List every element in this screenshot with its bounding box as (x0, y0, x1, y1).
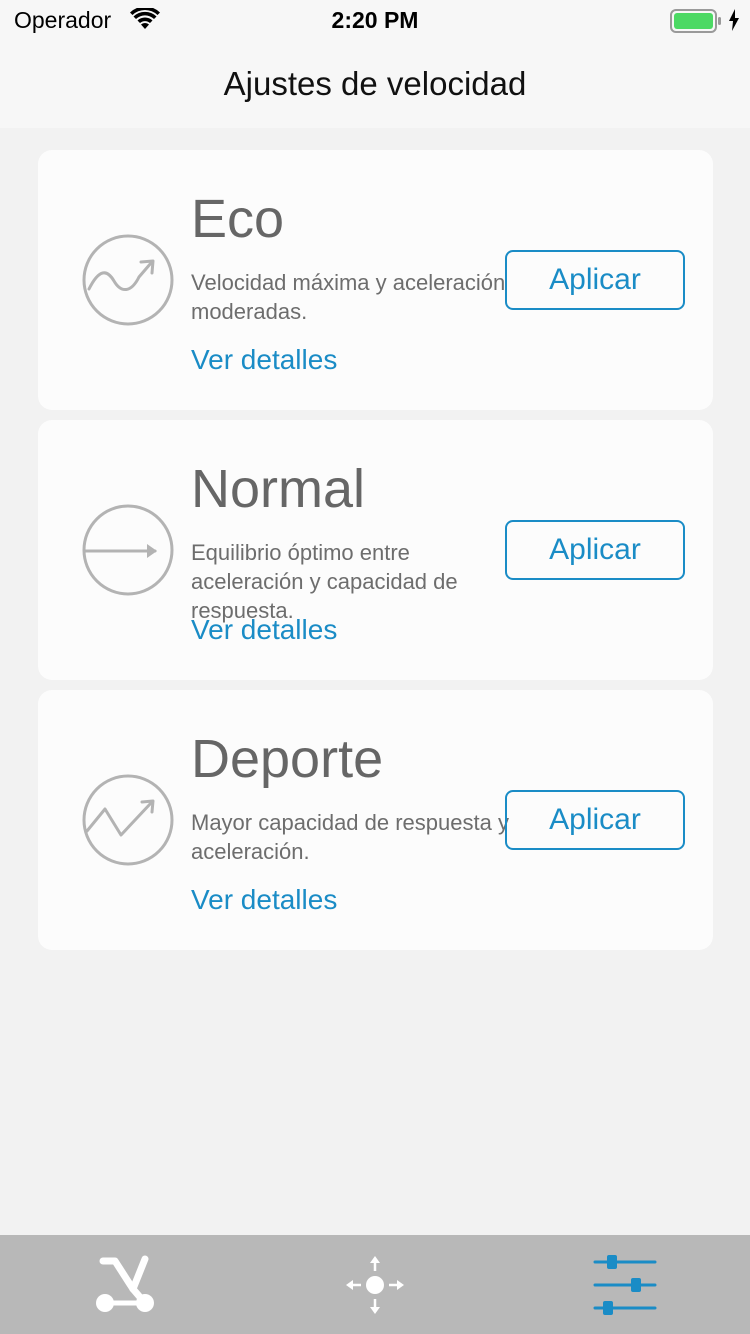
see-details-link[interactable]: Ver detalles (191, 884, 337, 916)
mode-description: Equilibrio óptimo entre aceleración y ca… (191, 540, 458, 623)
status-bar: Operador 2:20 PM (0, 0, 750, 40)
tab-scooter[interactable] (0, 1235, 250, 1334)
sliders-icon (593, 1254, 657, 1315)
mode-description: Mayor capacidad de respuesta y aceleraci… (191, 810, 509, 864)
clock-time: 2:20 PM (331, 7, 419, 33)
battery-icon (670, 9, 722, 38)
navigation-header: Ajustes de velocidad (0, 40, 750, 128)
mode-description: Velocidad máxima y aceleración moderadas… (191, 270, 506, 324)
move-arrows-icon (346, 1255, 404, 1314)
tab-move[interactable] (250, 1235, 500, 1334)
apply-button[interactable]: Aplicar (505, 790, 685, 850)
wave-curve-icon (82, 234, 174, 326)
apply-button[interactable]: Aplicar (505, 250, 685, 310)
page-title: Ajustes de velocidad (223, 65, 527, 102)
mode-title: Deporte (191, 729, 384, 789)
speed-mode-card-deporte: Deporte Mayor capacidad de respuesta y a… (38, 690, 713, 950)
speed-mode-card-normal: Normal Equilibrio óptimo entre aceleraci… (38, 420, 713, 680)
tab-settings[interactable] (500, 1235, 750, 1334)
mode-title: Eco (191, 189, 285, 249)
charging-bolt-icon (728, 9, 740, 36)
see-details-link[interactable]: Ver detalles (191, 614, 337, 646)
straight-arrow-icon (82, 504, 174, 596)
tab-bar (0, 1235, 750, 1334)
mode-title: Normal (191, 459, 366, 519)
speed-mode-card-eco: Eco Velocidad máxima y aceleración moder… (38, 150, 713, 410)
apply-button[interactable]: Aplicar (505, 520, 685, 580)
zigzag-arrow-icon (82, 774, 174, 866)
scooter-icon (96, 1255, 154, 1312)
see-details-link[interactable]: Ver detalles (191, 344, 337, 376)
